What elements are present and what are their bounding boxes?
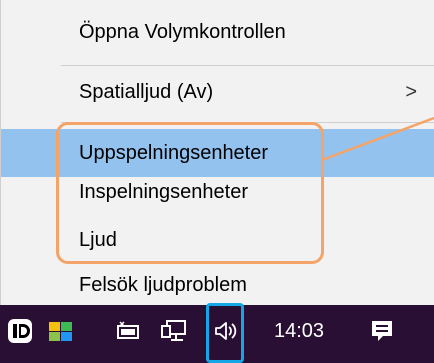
menu-separator xyxy=(61,65,434,66)
menu-item-sounds[interactable]: Ljud xyxy=(1,228,434,252)
menu-item-open-volume-mixer[interactable]: Öppna Volymkontrollen xyxy=(1,20,434,44)
menu-item-label: Öppna Volymkontrollen xyxy=(79,21,286,43)
battery-icon[interactable] xyxy=(114,316,142,346)
menu-item-label: Felsök ljudproblem xyxy=(79,274,247,296)
menu-item-spatial-sound[interactable]: Spatialljud (Av) > xyxy=(1,80,434,104)
menu-item-label: Uppspelningsenheter xyxy=(79,142,269,164)
taskbar-clock[interactable]: 14:03 xyxy=(274,319,324,343)
taskbar: 14:03 xyxy=(0,303,434,363)
screenshot-stage: Öppna Volymkontrollen Spatialljud (Av) >… xyxy=(0,0,434,363)
menu-item-label: Spatialljud (Av) xyxy=(79,81,214,103)
menu-item-playback-devices[interactable]: Uppspelningsenheter xyxy=(1,129,434,177)
menu-item-recording-devices[interactable]: Inspelningsenheter xyxy=(1,180,434,204)
menu-item-label: Inspelningsenheter xyxy=(79,181,249,203)
sound-context-menu: Öppna Volymkontrollen Spatialljud (Av) >… xyxy=(0,0,434,305)
colorful-app-icon[interactable] xyxy=(48,316,74,346)
notification-icon[interactable] xyxy=(368,316,396,346)
menu-item-troubleshoot-sound[interactable]: Felsök ljudproblem xyxy=(1,273,434,297)
volume-icon-highlight xyxy=(206,303,244,363)
menu-separator xyxy=(61,122,434,123)
network-icon[interactable] xyxy=(160,316,188,346)
id-app-icon[interactable] xyxy=(6,316,34,346)
chevron-right-icon: > xyxy=(405,81,417,103)
menu-item-label: Ljud xyxy=(79,229,117,251)
